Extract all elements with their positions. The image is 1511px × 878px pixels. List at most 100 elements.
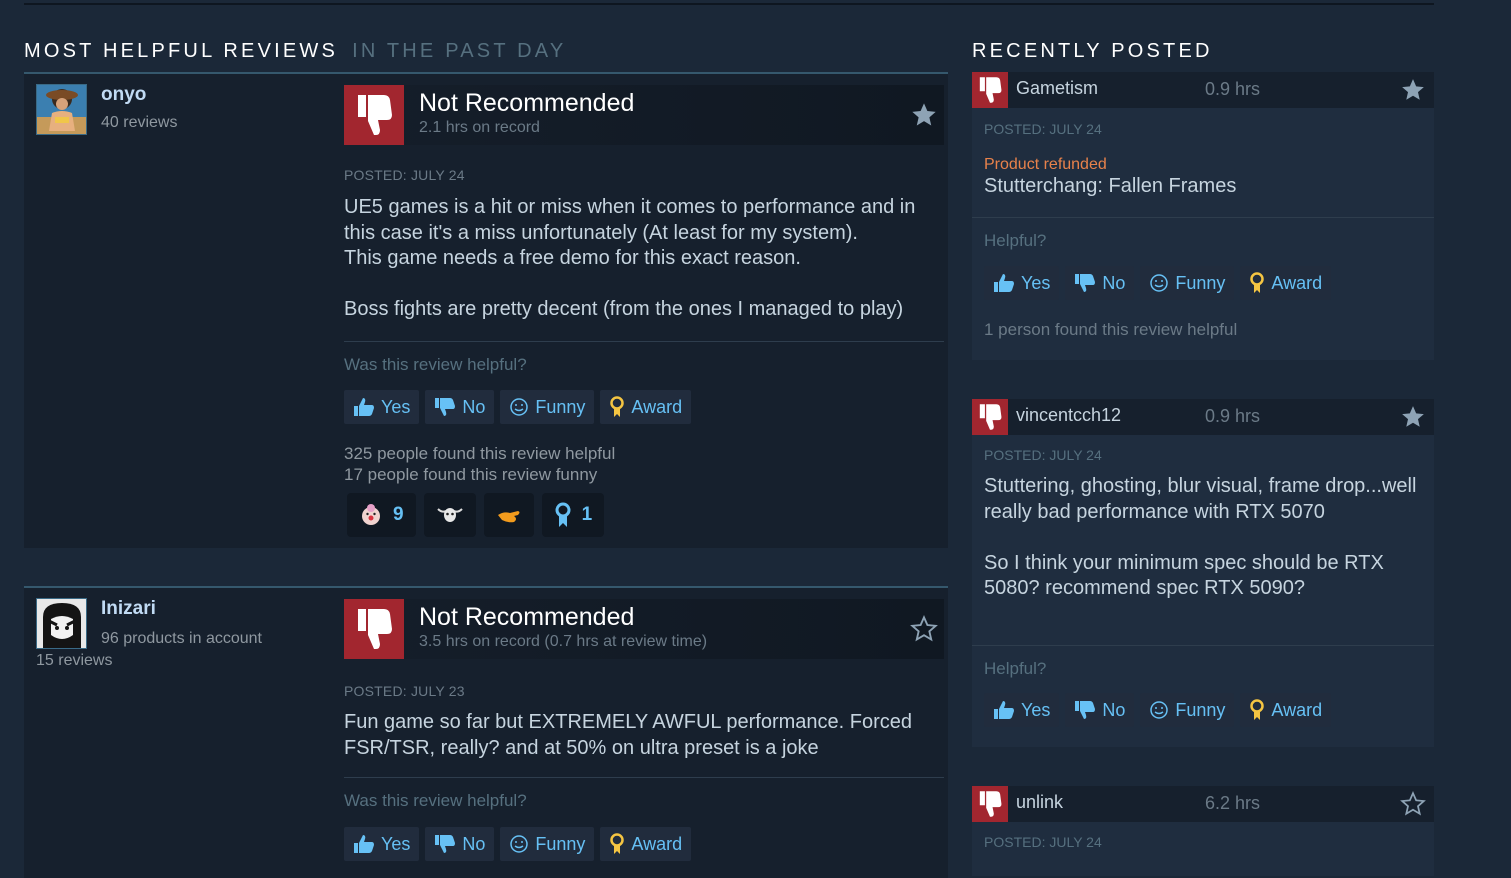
vote-yes-button[interactable]: Yes [344,827,420,861]
review-paragraph: UE5 games is a hit or miss when it comes… [344,196,916,269]
star-icon[interactable] [1400,77,1426,103]
author-review-count[interactable]: 15 reviews [36,652,112,670]
hours-on-record: 2.1 hrs on record [419,119,540,136]
vote-no-button[interactable]: No [1065,266,1135,300]
thumbs-up-icon [354,398,374,416]
thumbs-down-icon [344,599,404,659]
award-button[interactable]: Award [1240,693,1332,727]
vote-no-label: No [462,833,486,854]
review-card: onyo 40 reviews Not Recommended 2.1 hrs … [24,72,948,548]
award-button[interactable]: Award [1240,266,1332,300]
golden-hand-award-icon [497,511,520,523]
posted-date: POSTED: JULY 24 [344,167,465,183]
divider [344,341,944,342]
vote-funny-button[interactable]: Funny [1140,693,1235,727]
vote-yes-button[interactable]: Yes [984,266,1060,300]
author-products-count[interactable]: 96 products in account [101,630,262,648]
hours-on-record: 3.5 hrs on record (0.7 hrs at review tim… [419,633,708,650]
vote-funny-label: Funny [535,396,586,417]
recommendation-title: Not Recommended [419,89,635,117]
award-chip[interactable]: 9 [347,493,416,537]
recent-review-card: vincentcch12 0.9 hrs POSTED: JULY 24 Stu… [972,399,1434,747]
vote-buttons: Yes No Funny Award [984,266,1332,300]
award-count: 9 [393,504,404,525]
review-paragraph: Stutterchang: Fallen Frames [984,175,1237,197]
helpful-question: Helpful? [984,659,1047,678]
divider [344,777,944,778]
smiley-icon [1150,274,1169,292]
vote-no-button[interactable]: No [425,390,495,424]
smiley-icon [510,835,529,853]
star-icon[interactable] [910,101,938,129]
author-name[interactable]: unlink [1016,792,1063,813]
top-divider [24,3,1434,5]
vote-buttons: Yes No Funny Award [344,827,692,861]
helpful-question: Helpful? [984,231,1047,250]
review-paragraph: So I think your minimum spec should be R… [984,551,1384,600]
posted-date: POSTED: JULY 24 [984,447,1102,463]
vote-funny-label: Funny [535,833,586,854]
award-label: Award [1271,272,1323,293]
award-ribbon-icon [610,833,625,854]
recently-posted-header: RECENTLY POSTED [972,40,1213,63]
divider [972,645,1434,646]
recent-review-header[interactable]: vincentcch12 0.9 hrs [972,399,1434,435]
avatar[interactable] [36,84,87,135]
vote-funny-button[interactable]: Funny [500,390,595,424]
refund-status: Product refunded [984,156,1107,173]
vote-buttons: Yes No Funny Award [984,693,1332,727]
award-ribbon-icon [1250,699,1265,720]
posted-date: POSTED: JULY 24 [984,834,1102,850]
star-outline-icon[interactable] [1400,791,1426,817]
vote-header[interactable]: Not Recommended 2.1 hrs on record [344,85,944,145]
award-count: 1 [581,504,593,525]
vote-yes-button[interactable]: Yes [984,693,1060,727]
vote-yes-label: Yes [1021,699,1051,720]
vote-no-label: No [462,396,486,417]
section-title: MOST HELPFUL REVIEWS [24,40,339,62]
award-button[interactable]: Award [600,827,692,861]
thumbs-down-icon [1075,701,1096,719]
award-chip[interactable] [483,493,534,537]
review-card: Inizari 96 products in account 15 review… [24,586,948,878]
vote-header[interactable]: Not Recommended 3.5 hrs on record (0.7 h… [344,599,944,659]
review-stats: 325 people found this review helpful 17 … [344,443,615,485]
vote-funny-button[interactable]: Funny [500,827,595,861]
thumbs-up-icon [994,701,1014,719]
review-paragraph: Stuttering, ghosting, blur visual, frame… [984,475,1417,523]
author-name[interactable]: onyo [101,84,146,106]
thumbs-down-icon [1075,274,1096,292]
avatar[interactable] [36,598,87,649]
review-content: Stuttering, ghosting, blur visual, frame… [984,474,1424,627]
award-label: Award [1271,699,1323,720]
review-content: Fun game so far but EXTREMELY AWFUL perf… [344,710,944,787]
recent-review-header[interactable]: unlink 6.2 hrs [972,786,1434,822]
star-outline-icon[interactable] [910,615,938,643]
vote-yes-label: Yes [381,396,411,417]
vote-yes-label: Yes [1021,272,1051,293]
helpful-question: Was this review helpful? [344,355,527,374]
author-name[interactable]: Inizari [101,598,156,620]
award-button[interactable]: Award [600,390,692,424]
thumbs-down-icon [435,835,456,853]
thumbs-down-icon [972,399,1008,435]
award-chip[interactable] [423,493,476,537]
section-filter-link[interactable]: IN THE PAST DAY [352,40,566,62]
author-name[interactable]: vincentcch12 [1016,405,1121,426]
most-helpful-header: MOST HELPFUL REVIEWS IN THE PAST DAY [24,40,566,63]
thumbs-down-icon [972,786,1008,822]
thumbs-down-icon [435,398,456,416]
vote-no-button[interactable]: No [1065,693,1135,727]
author-name[interactable]: Gametism [1016,78,1098,99]
vote-no-button[interactable]: No [425,827,495,861]
vote-yes-button[interactable]: Yes [344,390,420,424]
award-chip[interactable]: 1 [541,493,605,537]
star-icon[interactable] [1400,404,1426,430]
cow-skull-award-icon [436,508,463,522]
vote-funny-button[interactable]: Funny [1140,266,1235,300]
hours-on-record: 0.9 hrs [1205,406,1261,426]
recent-review-card: unlink 6.2 hrs POSTED: JULY 24 [972,786,1434,876]
award-ribbon-icon [1250,272,1265,293]
recent-review-header[interactable]: Gametism 0.9 hrs [972,72,1434,108]
author-review-count[interactable]: 40 reviews [101,114,177,132]
